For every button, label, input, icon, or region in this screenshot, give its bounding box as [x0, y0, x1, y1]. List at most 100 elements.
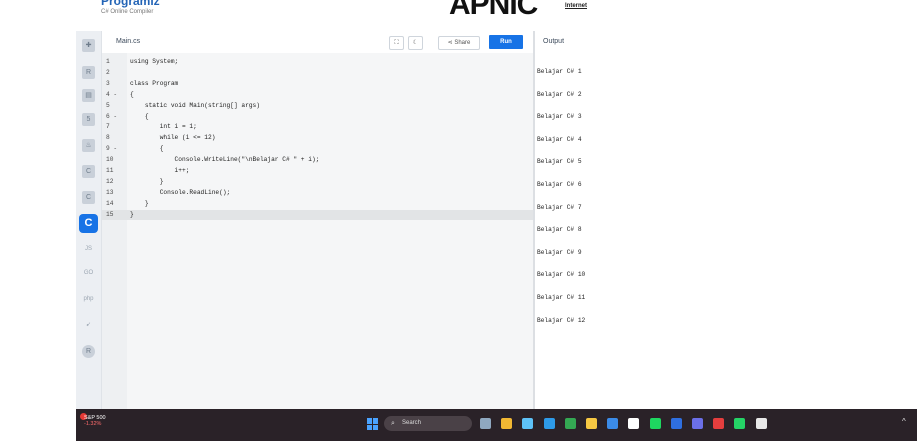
- teams-icon[interactable]: [692, 418, 703, 429]
- share-button[interactable]: ⋖ Share: [438, 36, 480, 50]
- code-line[interactable]: 15}: [102, 209, 533, 221]
- whatsapp-icon[interactable]: [734, 418, 746, 429]
- taskbar-search[interactable]: ⌕ Search: [384, 416, 472, 431]
- code-text: {: [130, 112, 149, 120]
- line-number: 7: [106, 123, 110, 131]
- fullscreen-icon: ⛶: [394, 40, 399, 46]
- cpp-icon[interactable]: C: [82, 191, 95, 204]
- share-label: Share: [454, 40, 471, 46]
- edge-icon[interactable]: [543, 418, 555, 429]
- code-line[interactable]: 7 int i = 1;: [102, 122, 533, 133]
- r-icon[interactable]: R: [82, 66, 95, 79]
- code-text: }: [130, 199, 149, 207]
- line-number: 10: [106, 156, 114, 164]
- theme-toggle-button[interactable]: ☾: [408, 36, 423, 50]
- spotify-icon[interactable]: [649, 418, 661, 429]
- java-icon[interactable]: ♨: [82, 139, 95, 152]
- code-text: {: [130, 90, 134, 98]
- line-number: 13: [106, 188, 114, 196]
- code-text: int i = 1;: [130, 123, 197, 131]
- stock-change: -1.32%: [84, 421, 102, 427]
- moon-icon: ☾: [412, 40, 419, 46]
- editor-header: Main.cs ⛶ ☾ ⋖ Share Run: [102, 31, 533, 54]
- python-icon[interactable]: ✚: [82, 39, 95, 52]
- code-line[interactable]: 12 }: [102, 177, 533, 188]
- code-line[interactable]: 8 while (i <= 12): [102, 133, 533, 144]
- line-number: 12: [106, 177, 114, 185]
- rust-icon[interactable]: R: [82, 345, 95, 358]
- output-line: Belajar C# 4: [537, 135, 582, 143]
- line-number: 14: [106, 199, 114, 207]
- swift-icon[interactable]: ➹: [82, 319, 95, 332]
- code-line[interactable]: 14 }: [102, 199, 533, 210]
- code-text: Console.WriteLine("\nBelajar C# " + i);: [130, 156, 320, 164]
- html-icon[interactable]: 5: [82, 113, 95, 126]
- chevron-up-icon[interactable]: ^: [902, 417, 906, 426]
- code-text: using System;: [130, 58, 179, 65]
- output-title: Output: [543, 38, 565, 45]
- store-icon[interactable]: [628, 418, 640, 429]
- language-sidebar: ✚ R ▤ 5 ♨ C C C JS GO php ➹ R: [76, 31, 102, 409]
- output-line: Belajar C# 10: [537, 271, 586, 279]
- brand-logo[interactable]: Programiz: [101, 0, 160, 8]
- code-line[interactable]: 4 - {: [102, 90, 533, 101]
- code-editor[interactable]: 1 using System; 2 3 class Program 4 - {5 stati…: [102, 53, 533, 409]
- code-line[interactable]: 6 - {: [102, 112, 533, 123]
- go-icon[interactable]: GO: [82, 267, 95, 280]
- code-line[interactable]: 11 i++;: [102, 166, 533, 177]
- output-line: Belajar C# 12: [537, 316, 586, 324]
- search-icon: ⌕: [391, 420, 395, 427]
- line-number: 9 -: [106, 145, 118, 153]
- copilot-icon[interactable]: [522, 418, 534, 429]
- files-icon[interactable]: [607, 418, 619, 429]
- ad-banner-logo[interactable]: APNIC: [449, 0, 538, 22]
- code-line[interactable]: 10 Console.WriteLine("\nBelajar C# " + i…: [102, 155, 533, 166]
- ad-banner-text[interactable]: Internet: [565, 3, 587, 9]
- output-line: Belajar C# 6: [537, 181, 582, 188]
- folder-icon[interactable]: [586, 418, 597, 429]
- line-number: 4 -: [106, 90, 118, 98]
- code-line[interactable]: 2: [102, 68, 533, 79]
- code-text: {: [130, 145, 164, 153]
- csharp-icon[interactable]: C: [79, 214, 98, 233]
- share-icon: ⋖: [447, 40, 453, 46]
- paint-icon[interactable]: [755, 418, 767, 429]
- line-number: 11: [106, 167, 114, 174]
- js-icon[interactable]: JS: [82, 243, 95, 256]
- line-number: 15: [106, 210, 114, 218]
- record-icon[interactable]: [713, 418, 725, 429]
- sql-icon[interactable]: ▤: [82, 89, 95, 102]
- code-text: i++;: [130, 167, 190, 174]
- stock-widget[interactable]: S&P 500 -1.32%: [84, 415, 106, 427]
- c-icon[interactable]: C: [82, 165, 95, 178]
- output-panel: Belajar C# 1 Belajar C# 2 Belajar C# 3 Bela…: [535, 53, 917, 409]
- output-line: Belajar C# 2: [537, 90, 582, 98]
- code-line[interactable]: 5 static void Main(string[] args): [102, 101, 533, 112]
- launcher-icon[interactable]: [670, 418, 682, 429]
- tigers-widget-icon[interactable]: [480, 418, 491, 429]
- code-text: }: [130, 177, 164, 185]
- code-line[interactable]: 3 class Program: [102, 79, 533, 90]
- output-line: Belajar C# 3: [537, 113, 582, 121]
- file-tab[interactable]: Main.cs: [116, 38, 140, 45]
- php-icon[interactable]: php: [82, 293, 95, 306]
- chrome-icon[interactable]: [564, 418, 576, 429]
- line-number: 5: [106, 101, 110, 109]
- line-number: 6 -: [106, 112, 118, 120]
- run-button[interactable]: Run: [489, 35, 523, 49]
- code-line[interactable]: 1 using System;: [102, 57, 533, 68]
- windows-start-icon[interactable]: [367, 418, 379, 430]
- fullscreen-button[interactable]: ⛶: [389, 36, 404, 50]
- code-text: static void Main(string[] args): [130, 101, 260, 109]
- code-text: while (i <= 12): [130, 134, 216, 142]
- search-label: Search: [402, 420, 422, 426]
- output-line: Belajar C# 1: [537, 68, 582, 75]
- output-header: Output: [535, 31, 917, 54]
- output-line: Belajar C# 9: [537, 248, 582, 256]
- code-text: }: [130, 210, 134, 218]
- file-explorer-icon[interactable]: [501, 418, 513, 429]
- compiler-subtitle: C# Online Compiler: [101, 9, 154, 15]
- code-line[interactable]: 9 - {: [102, 144, 533, 155]
- line-number: 3: [106, 79, 110, 87]
- code-line[interactable]: 13 Console.ReadLine();: [102, 188, 533, 199]
